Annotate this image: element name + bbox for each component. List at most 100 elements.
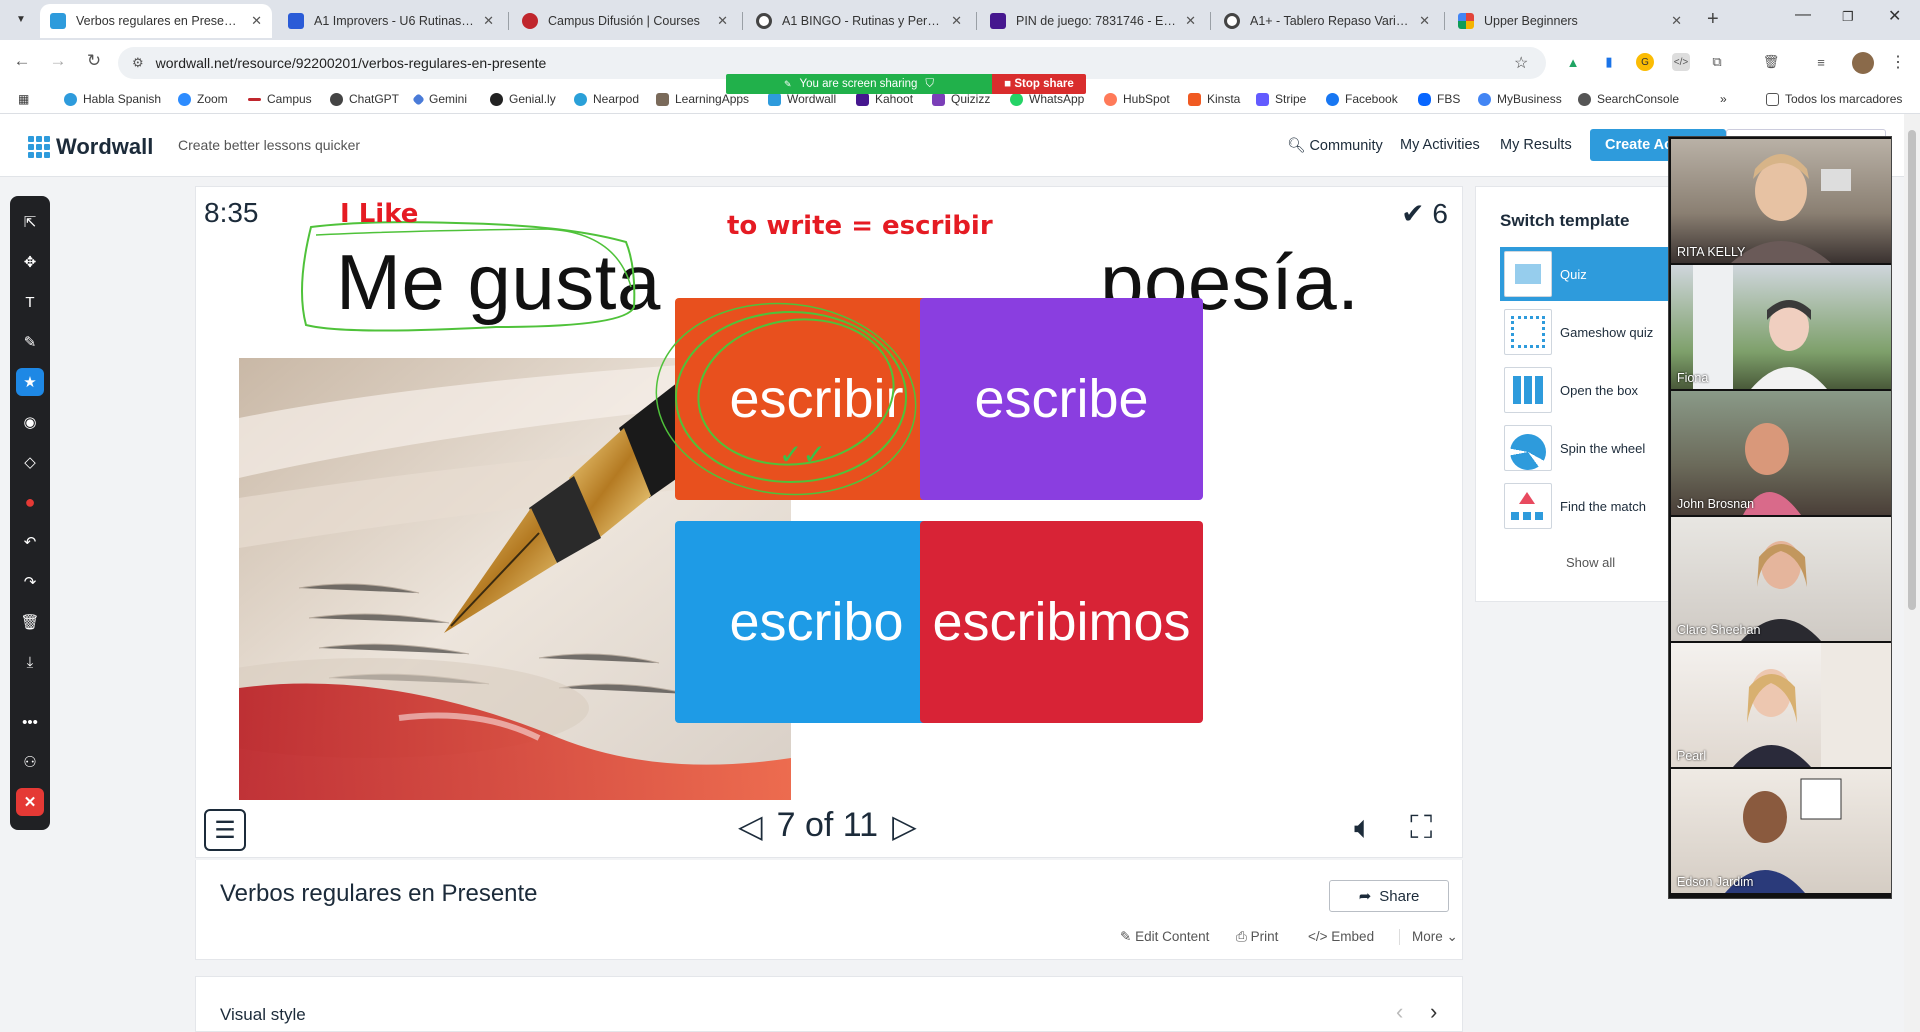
bookmark-wordwall[interactable]: Wordwall: [768, 92, 836, 106]
nav-community[interactable]: 🔍︎ Community: [1287, 137, 1383, 154]
bookmark-campus[interactable]: Campus: [248, 92, 312, 106]
reload-icon[interactable]: ↻: [82, 51, 106, 71]
bookmark-quizizz[interactable]: Quizizz: [932, 92, 990, 106]
minimize-icon[interactable]: —: [1795, 6, 1811, 24]
menu-hamburger-icon[interactable]: ☰: [204, 809, 246, 851]
drive-extension-icon[interactable]: ▲: [1564, 53, 1582, 71]
edit-content-link[interactable]: ✎ Edit Content: [1120, 929, 1209, 945]
color-picker-icon[interactable]: ●: [16, 488, 44, 516]
bookmark-gemini[interactable]: Gemini: [412, 92, 467, 106]
bookmark-facebook[interactable]: Facebook: [1326, 92, 1398, 106]
bookmark-habla-spanish[interactable]: Habla Spanish: [64, 92, 161, 106]
forward-arrow-icon[interactable]: →: [46, 51, 70, 71]
close-tab-icon[interactable]: ✕: [251, 13, 262, 29]
participant-tile[interactable]: Clare Sheehan: [1671, 517, 1891, 641]
bookmark-mybusiness[interactable]: MyBusiness: [1478, 92, 1562, 106]
embed-link[interactable]: </> Embed: [1308, 929, 1374, 944]
trash-extension-icon[interactable]: ▮: [1600, 53, 1618, 71]
tab-upper-beginners[interactable]: Upper Beginners ✕: [1448, 4, 1692, 38]
answer-escribe[interactable]: escribe: [920, 298, 1203, 500]
template-quiz[interactable]: Quiz: [1500, 247, 1681, 301]
share-button[interactable]: ➦ Share: [1329, 880, 1449, 912]
close-tab-icon[interactable]: ✕: [1671, 13, 1682, 29]
drag-handle-icon[interactable]: ✎: [784, 79, 792, 90]
extensions-puzzle-icon[interactable]: ⧉: [1708, 53, 1726, 71]
spotlight-icon[interactable]: ◉: [16, 408, 44, 436]
template-gameshow-quiz[interactable]: Gameshow quiz: [1500, 305, 1681, 359]
next-chevron-icon[interactable]: ›: [1430, 999, 1437, 1025]
all-bookmarks-folder[interactable]: Todos los marcadores: [1766, 92, 1902, 106]
sound-icon[interactable]: 🔈︎: [1354, 809, 1373, 847]
participant-tile[interactable]: Edson Jardim: [1671, 769, 1891, 893]
undo-icon[interactable]: ↶: [16, 528, 44, 556]
participant-tile[interactable]: Fiona: [1671, 265, 1891, 389]
close-tab-icon[interactable]: ✕: [951, 13, 962, 29]
tab-campus-difusion[interactable]: Campus Difusión | Courses ✕: [512, 4, 738, 38]
bookmark-searchconsole[interactable]: SearchConsole: [1578, 92, 1679, 106]
back-arrow-icon[interactable]: ←: [10, 51, 34, 71]
move-icon[interactable]: ✥: [16, 248, 44, 276]
bookmark-stripe[interactable]: Stripe: [1256, 92, 1306, 106]
more-dots-icon[interactable]: •••: [16, 708, 44, 736]
previous-arrow-icon[interactable]: ◁: [738, 807, 763, 845]
site-info-icon[interactable]: ⚙: [132, 55, 144, 71]
bookmark-hubspot[interactable]: HubSpot: [1104, 92, 1170, 106]
answer-escribimos[interactable]: escribimos: [920, 521, 1203, 723]
tab-verbos-regulares[interactable]: Verbos regulares en Presente - ✕: [40, 4, 272, 38]
close-window-icon[interactable]: ✕: [1888, 6, 1901, 26]
bookmark-learningapps[interactable]: LearningApps: [656, 92, 749, 106]
template-open-the-box[interactable]: Open the box: [1500, 363, 1681, 417]
close-annotation-icon[interactable]: ✕: [16, 788, 44, 816]
close-tab-icon[interactable]: ✕: [1185, 13, 1196, 29]
tab-a1-improvers[interactable]: A1 Improvers - U6 Rutinas y Co ✕: [278, 4, 504, 38]
bookmark-nearpod[interactable]: Nearpod: [574, 92, 639, 106]
user-settings-icon[interactable]: ⚇: [16, 748, 44, 776]
pen-icon[interactable]: ✎: [16, 328, 44, 356]
tab-tablero-repaso[interactable]: A1+ - Tablero Repaso Variado ✕: [1214, 4, 1440, 38]
redo-icon[interactable]: ↷: [16, 568, 44, 596]
participant-tile[interactable]: John Brosnan: [1671, 391, 1891, 515]
browser-menu-icon[interactable]: ⋮: [1890, 52, 1906, 72]
nav-my-results[interactable]: My Results: [1500, 137, 1572, 153]
print-link[interactable]: ⎙ Print: [1236, 929, 1278, 945]
next-arrow-icon[interactable]: ▷: [892, 807, 917, 845]
text-tool-icon[interactable]: T: [16, 288, 44, 316]
close-tab-icon[interactable]: ✕: [717, 13, 728, 29]
code-extension-icon[interactable]: </>: [1672, 53, 1690, 71]
close-tab-icon[interactable]: ✕: [1419, 13, 1430, 29]
bookmark-kahoot[interactable]: Kahoot: [856, 92, 913, 106]
trash-icon[interactable]: 🗑︎: [16, 608, 44, 636]
tab-a1-bingo[interactable]: A1 BINGO - Rutinas y Personali ✕: [746, 4, 972, 38]
answer-escribir[interactable]: escribir ✓✓ ★: [675, 298, 958, 500]
template-spin-the-wheel[interactable]: Spin the wheel: [1500, 421, 1681, 475]
select-arrow-icon[interactable]: ⇱: [16, 208, 44, 236]
star-stamp-icon[interactable]: ★: [16, 368, 44, 396]
bookmark-chatgpt[interactable]: ChatGPT: [330, 92, 399, 106]
apps-grid-icon[interactable]: ▦: [18, 92, 29, 106]
bookmark-star-icon[interactable]: ☆: [1514, 53, 1528, 73]
participant-tile[interactable]: Pearl: [1671, 643, 1891, 767]
wordwall-logo[interactable]: Wordwall: [28, 134, 153, 160]
stop-share-button[interactable]: ■ Stop share: [992, 74, 1086, 94]
download-icon[interactable]: ⤓: [16, 648, 44, 676]
previous-chevron-icon[interactable]: ‹: [1396, 999, 1403, 1025]
restore-icon[interactable]: ❐: [1842, 9, 1854, 25]
eraser-icon[interactable]: ◇: [16, 448, 44, 476]
more-bookmarks-chevron-icon[interactable]: »: [1720, 92, 1727, 106]
tab-kahoot-pin[interactable]: PIN de juego: 7831746 - Espera ✕: [980, 4, 1206, 38]
bookmark-genially[interactable]: Genial.ly: [490, 92, 556, 106]
bookmark-kinsta[interactable]: Kinsta: [1188, 92, 1240, 106]
profile-avatar[interactable]: [1852, 52, 1874, 74]
more-dropdown[interactable]: More ⌄: [1399, 929, 1458, 945]
page-scrollbar[interactable]: [1904, 114, 1920, 1032]
new-tab-button[interactable]: +: [1707, 8, 1719, 31]
participant-tile[interactable]: RITA KELLY: [1671, 139, 1891, 263]
delete-extension-icon[interactable]: 🗑: [1762, 53, 1780, 71]
show-all-link[interactable]: Show all: [1566, 555, 1615, 570]
template-find-the-match[interactable]: Find the match: [1500, 479, 1681, 533]
bookmark-fbs[interactable]: FBS: [1418, 92, 1460, 106]
nav-my-activities[interactable]: My Activities: [1400, 137, 1480, 153]
fullscreen-icon[interactable]: ⛶: [1410, 809, 1432, 847]
bookmark-whatsapp[interactable]: WhatsApp: [1010, 92, 1084, 106]
grammar-extension-icon[interactable]: G: [1636, 53, 1654, 71]
